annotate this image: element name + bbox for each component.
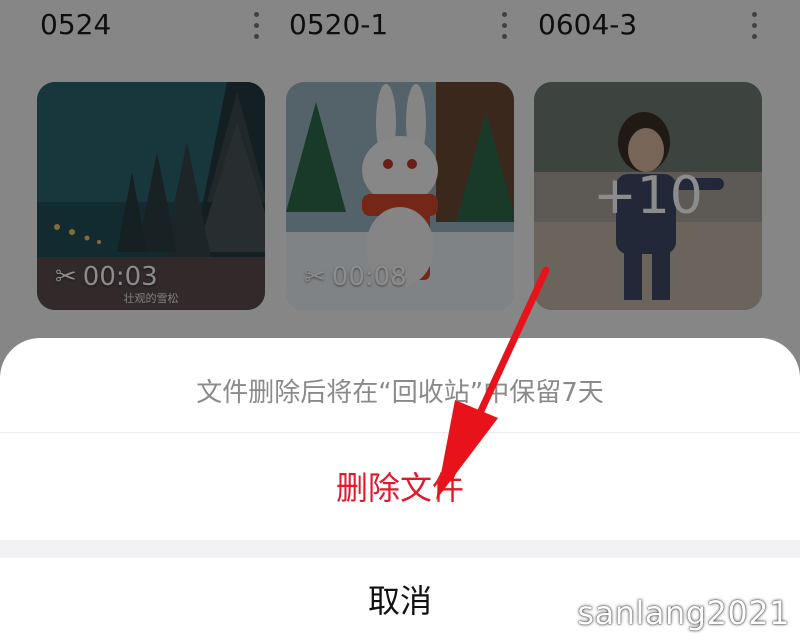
delete-hint-text: 文件删除后将在“回收站”中保留7天 xyxy=(196,378,604,408)
watermark: sanlang2021 xyxy=(577,594,790,632)
divider xyxy=(0,432,800,433)
delete-file-button[interactable]: 删除文件 xyxy=(0,434,800,538)
section-gap xyxy=(0,540,800,558)
